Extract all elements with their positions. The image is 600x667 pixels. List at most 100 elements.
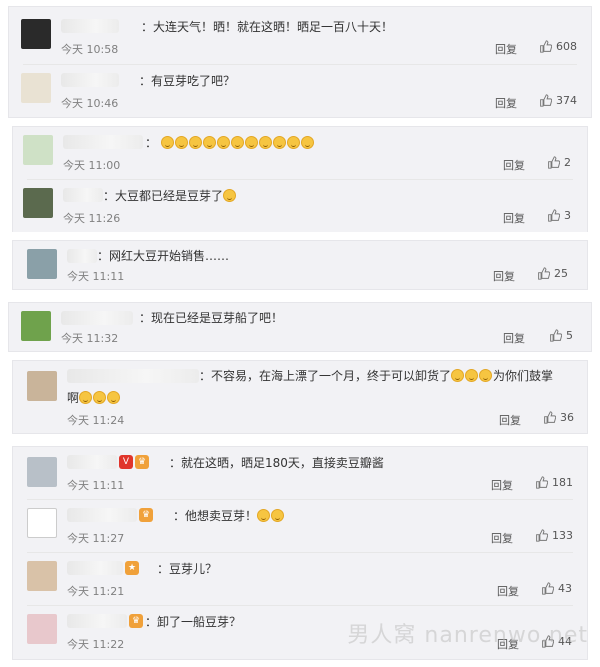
comment-3: ★ ：豆芽儿？ 今天 11:21 回复 43: [13, 553, 587, 605]
reply-button[interactable]: 回复: [503, 210, 525, 226]
avatar[interactable]: [27, 249, 57, 279]
reply-button[interactable]: 回复: [497, 583, 519, 599]
comment-1: ：网红大豆开始销售…… 今天 11:11 回复 25: [13, 241, 587, 289]
like-button[interactable]: 43: [541, 582, 572, 595]
username-blurred[interactable]: [61, 311, 133, 325]
comment-time: 今天 11:24: [67, 414, 125, 427]
comment-1: ： 今天 11:00 回复 2: [13, 127, 587, 179]
like-button[interactable]: 181: [535, 476, 573, 489]
username-blurred[interactable]: [63, 135, 143, 149]
like-count: 133: [552, 529, 573, 542]
avatar[interactable]: [23, 188, 53, 218]
thumbs-up-icon: [542, 582, 554, 595]
like-count: 3: [564, 209, 571, 222]
comment-text: ：豆芽儿？: [157, 562, 218, 576]
vip-badge: ♛: [135, 455, 149, 469]
like-button[interactable]: 36: [543, 411, 574, 424]
thumbs-up-icon: [540, 40, 552, 53]
username-blurred[interactable]: [67, 369, 199, 383]
like-count: 5: [566, 329, 573, 342]
comment-text: ：网红大豆开始销售……: [97, 249, 230, 263]
avatar[interactable]: [23, 135, 53, 165]
vip-badge: ♛: [139, 508, 153, 522]
thumbs-up-icon: [540, 94, 552, 107]
comment-text: ：卸了一船豆芽？: [145, 615, 242, 629]
like-count: 25: [554, 267, 568, 280]
comment-time: 今天 11:27: [67, 532, 125, 545]
like-count: 608: [556, 40, 577, 53]
comment-group-5: ：不容易，在海上漂了一个月，终于可以卸货了 为你们鼓掌 啊 今天 11:24 回复…: [12, 360, 588, 434]
reply-button[interactable]: 回复: [495, 95, 517, 111]
like-button[interactable]: 374: [539, 94, 577, 107]
comment-time: 今天 11:11: [67, 270, 125, 283]
thumbs-up-icon: [548, 156, 560, 169]
like-button[interactable]: 25: [537, 267, 568, 280]
avatar[interactable]: [21, 73, 51, 103]
like-count: 181: [552, 476, 573, 489]
avatar[interactable]: [21, 311, 51, 341]
like-count: 43: [558, 582, 572, 595]
comment-text: ：大豆都已经是豆芽了: [103, 187, 237, 204]
like-count: 36: [560, 411, 574, 424]
avatar[interactable]: [21, 19, 51, 49]
comment-1: ：现在已经是豆芽船了吧！ 今天 11:32 回复 5: [9, 303, 591, 351]
avatar[interactable]: [27, 561, 57, 591]
username-blurred[interactable]: [63, 188, 103, 202]
thumbs-up-icon: [548, 209, 560, 222]
reply-button[interactable]: 回复: [495, 41, 517, 57]
like-button[interactable]: 2: [547, 156, 571, 169]
comment-text: ：就在这晒，晒足180天，直接卖豆瓣酱: [169, 456, 384, 470]
reply-button[interactable]: 回复: [493, 268, 515, 284]
thumbs-up-icon: [536, 476, 548, 489]
comment-text: ：他想卖豆芽！: [173, 507, 285, 524]
like-button[interactable]: 608: [539, 40, 577, 53]
comment-text: ：现在已经是豆芽船了吧！: [139, 311, 284, 325]
like-button[interactable]: 3: [547, 209, 571, 222]
vip-badge: ♛: [129, 614, 143, 628]
username-blurred[interactable]: [67, 561, 123, 575]
thumbs-up-icon: [536, 529, 548, 542]
comment-time: 今天 11:00: [63, 159, 121, 172]
avatar[interactable]: [27, 614, 57, 644]
comment-time: 今天 11:21: [67, 585, 125, 598]
comment-1: ：不容易，在海上漂了一个月，终于可以卸货了 为你们鼓掌 啊 今天 11:24 回复…: [13, 361, 587, 433]
emoji-row: [157, 136, 315, 150]
like-count: 374: [556, 94, 577, 107]
username-blurred[interactable]: [61, 73, 119, 87]
avatar[interactable]: [27, 457, 57, 487]
reply-button[interactable]: 回复: [503, 157, 525, 173]
reply-button[interactable]: 回复: [499, 412, 521, 428]
username-blurred[interactable]: [61, 19, 119, 33]
username-blurred[interactable]: [67, 614, 127, 628]
comment-2: ：有豆芽吃了吧？ 今天 10:46 回复 374: [9, 65, 591, 117]
star-badge: ★: [125, 561, 139, 575]
avatar[interactable]: [27, 508, 57, 538]
like-button[interactable]: 5: [549, 329, 573, 342]
comment-group-4: ：现在已经是豆芽船了吧！ 今天 11:32 回复 5: [8, 302, 592, 352]
watermark: 男人窝 nanrenwo.net: [347, 623, 588, 648]
comment-text: ：不容易，在海上漂了一个月，终于可以卸货了 为你们鼓掌: [199, 369, 554, 383]
comment-text-line2: 啊: [67, 389, 121, 406]
comment-time: 今天 10:58: [61, 43, 119, 56]
thumbs-up-icon: [550, 329, 562, 342]
comment-1: ：大连天气！晒！就在这晒！晒足一百八十天！ 今天 10:58 回复 608: [9, 7, 591, 63]
username-blurred[interactable]: [67, 455, 117, 469]
comment-group-2: ： 今天 11:00 回复 2 ：大豆都已经是豆芽了 今天 11:26 回复 3: [12, 126, 588, 232]
comment-2: ♛ ：他想卖豆芽！ 今天 11:27 回复 133: [13, 500, 587, 552]
reply-button[interactable]: 回复: [491, 530, 513, 546]
reply-button[interactable]: 回复: [491, 477, 513, 493]
like-count: 2: [564, 156, 571, 169]
comment-time: 今天 11:11: [67, 479, 125, 492]
reply-button[interactable]: 回复: [503, 330, 525, 346]
comment-text: ：有豆芽吃了吧？: [139, 74, 236, 88]
comment-group-1: ：大连天气！晒！就在这晒！晒足一百八十天！ 今天 10:58 回复 608 ：有…: [8, 6, 592, 118]
comment-time: 今天 11:22: [67, 638, 125, 651]
username-blurred[interactable]: [67, 508, 137, 522]
thumbs-up-icon: [538, 267, 550, 280]
like-button[interactable]: 133: [535, 529, 573, 542]
avatar[interactable]: [27, 371, 57, 401]
smile-emoji-icon: [223, 189, 237, 202]
verified-badge: V: [119, 455, 133, 469]
comment-time: 今天 11:26: [63, 212, 121, 225]
username-blurred[interactable]: [67, 249, 97, 263]
